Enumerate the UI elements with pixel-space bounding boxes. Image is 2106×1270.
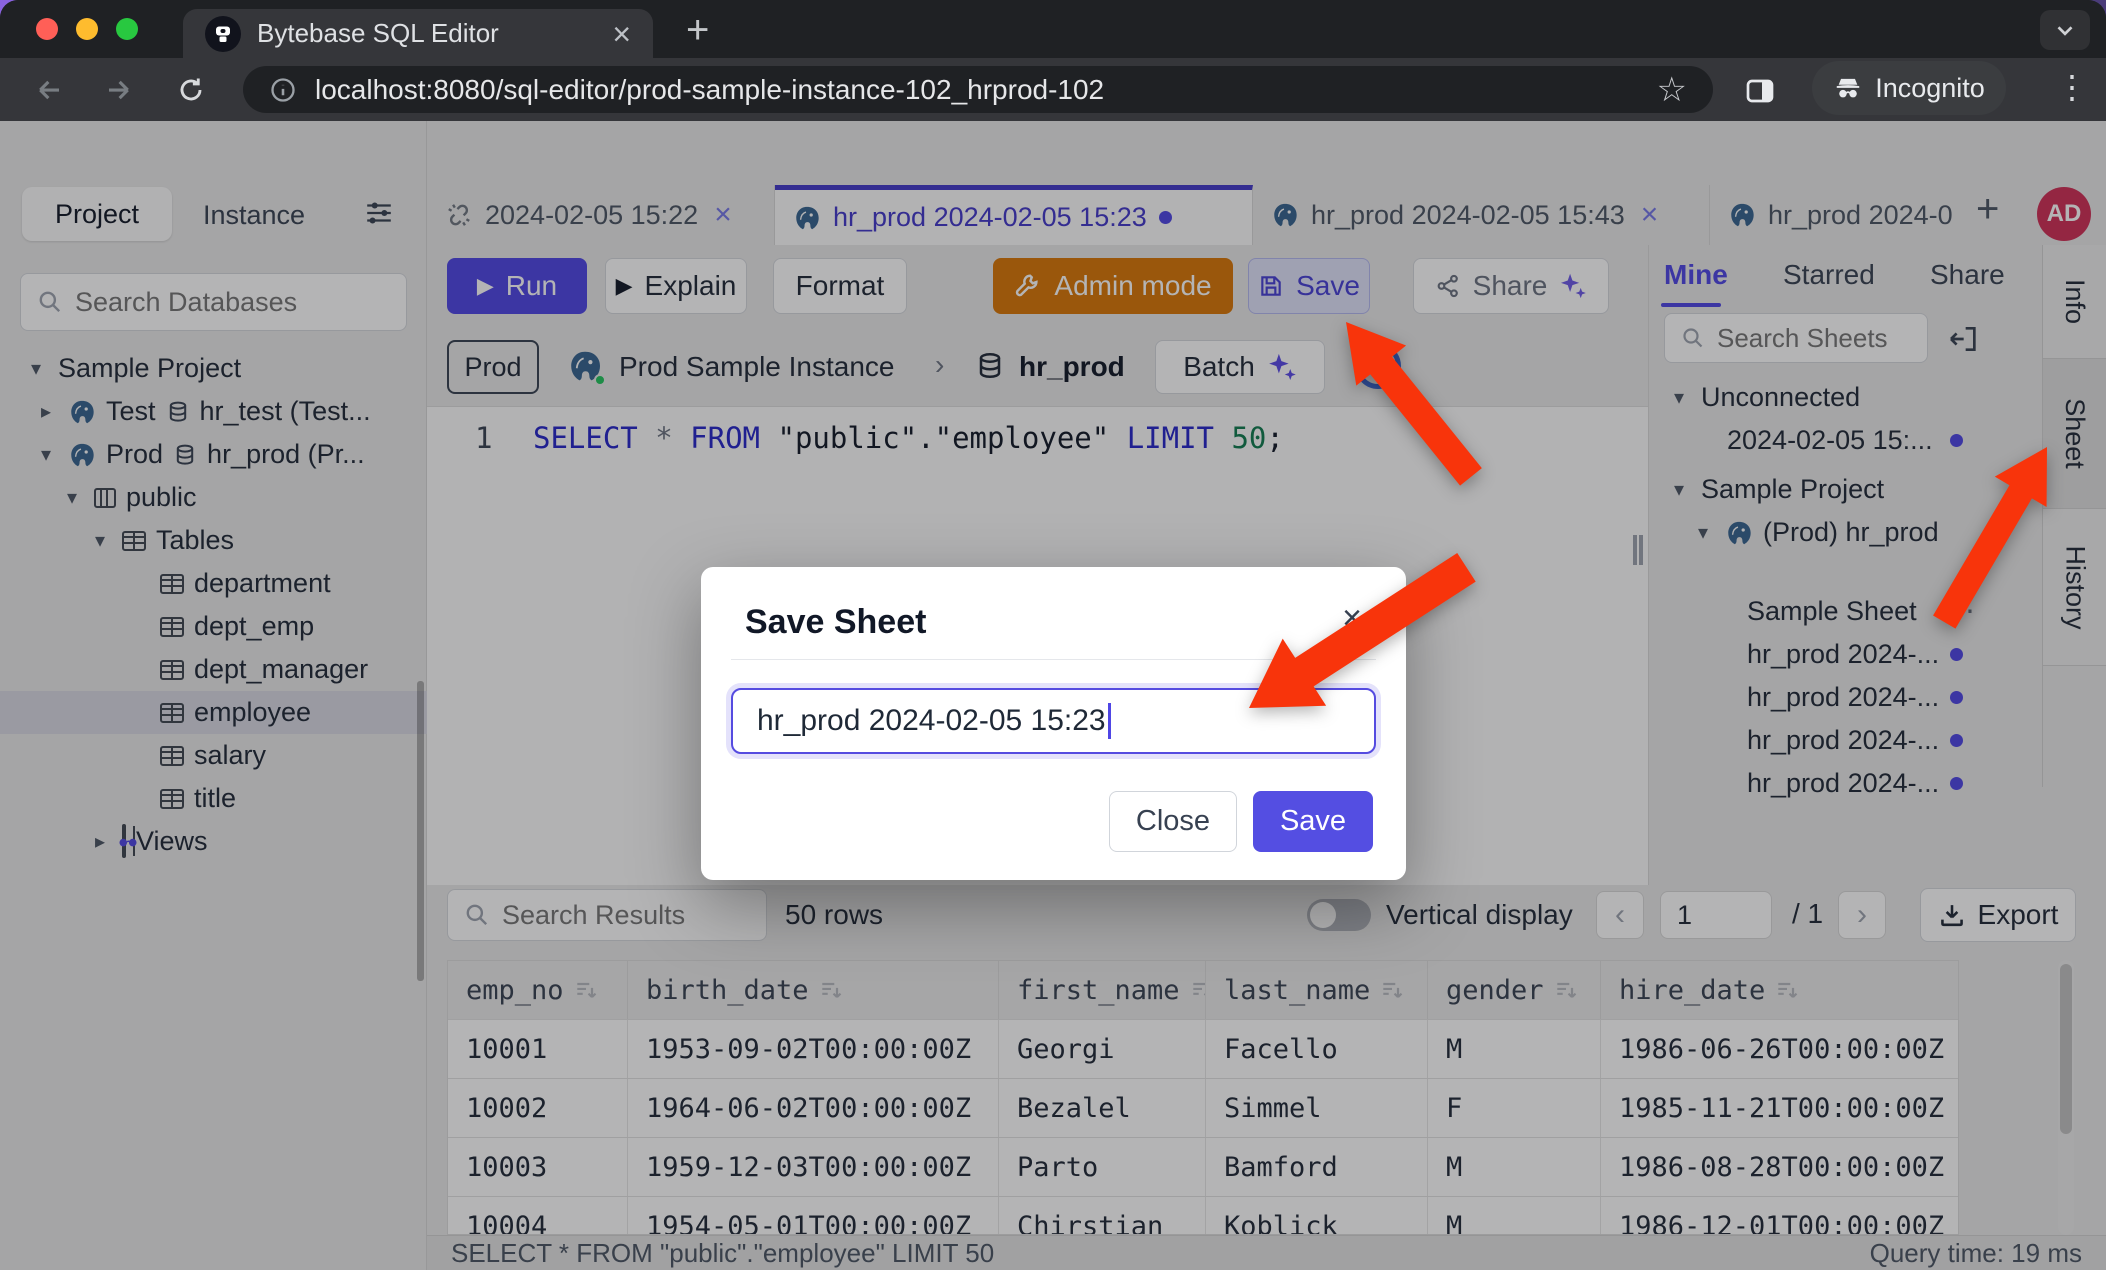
- browser-tab-strip: Bytebase SQL Editor × +: [0, 0, 2106, 58]
- close-tab-icon[interactable]: ×: [612, 18, 631, 50]
- browser-window: Bytebase SQL Editor × + localhost:8080/s…: [0, 0, 2106, 1270]
- forward-icon[interactable]: [104, 75, 134, 105]
- save-label: Save: [1280, 805, 1346, 838]
- screen: Bytebase SQL Editor × + localhost:8080/s…: [0, 0, 2106, 1270]
- close-label: Close: [1136, 805, 1210, 838]
- zoom-window-button[interactable]: [116, 18, 138, 40]
- site-info-icon[interactable]: [269, 76, 297, 104]
- sql-editor-app: Project Instance ▾ Sample Project ▸ Test…: [0, 121, 2106, 1270]
- bytebase-favicon-icon: [205, 16, 241, 52]
- tab-search-button[interactable]: [2040, 10, 2090, 50]
- sheet-name-input[interactable]: hr_prod 2024-02-05 15:23: [731, 688, 1376, 754]
- sheet-name-value: hr_prod 2024-02-05 15:23: [757, 704, 1106, 738]
- url-bar[interactable]: localhost:8080/sql-editor/prod-sample-in…: [243, 66, 1713, 113]
- back-icon[interactable]: [34, 75, 64, 105]
- browser-menu-icon[interactable]: ⋮: [2056, 68, 2088, 106]
- close-window-button[interactable]: [36, 18, 58, 40]
- browser-tab-title: Bytebase SQL Editor: [257, 18, 596, 49]
- new-tab-button[interactable]: +: [686, 8, 709, 53]
- incognito-badge: Incognito: [1812, 61, 2006, 115]
- close-button[interactable]: Close: [1109, 791, 1237, 852]
- reload-icon[interactable]: [176, 75, 206, 105]
- side-panel-icon[interactable]: [1744, 75, 1776, 107]
- save-sheet-dialog: Save Sheet × hr_prod 2024-02-05 15:23 Cl…: [701, 567, 1406, 880]
- browser-toolbar: localhost:8080/sql-editor/prod-sample-in…: [0, 58, 2106, 121]
- incognito-icon: [1833, 75, 1863, 101]
- text-cursor: [1108, 703, 1111, 739]
- dialog-title: Save Sheet: [745, 603, 926, 642]
- divider: [731, 659, 1376, 660]
- bookmark-star-icon[interactable]: ☆: [1657, 70, 1687, 110]
- minimize-window-button[interactable]: [76, 18, 98, 40]
- save-confirm-button[interactable]: Save: [1253, 791, 1373, 852]
- close-icon[interactable]: ×: [1342, 599, 1362, 638]
- incognito-label: Incognito: [1875, 73, 1985, 104]
- browser-tab[interactable]: Bytebase SQL Editor ×: [183, 9, 653, 58]
- url-text: localhost:8080/sql-editor/prod-sample-in…: [315, 74, 1639, 106]
